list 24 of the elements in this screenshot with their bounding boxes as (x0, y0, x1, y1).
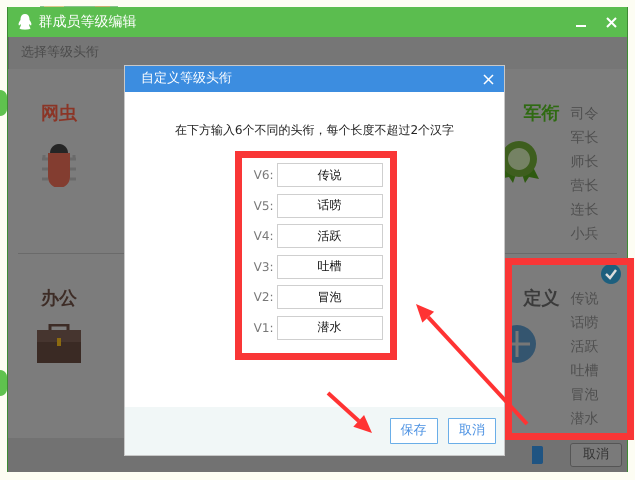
field-label: V4: (252, 228, 274, 245)
title-input[interactable]: 潜水 (276, 316, 382, 340)
title-input[interactable]: 冒泡 (276, 285, 382, 309)
field-label: V2: (252, 289, 274, 306)
instruction-text: 在下方输入6个不同的头衔，每个长度不超过2个汉字 (174, 122, 456, 139)
title-input[interactable]: 活跃 (276, 224, 382, 248)
title-input[interactable]: 话唠 (276, 194, 382, 218)
field-label: V1: (252, 320, 274, 336)
close-icon[interactable] (606, 16, 617, 28)
category-name: 办公 (41, 287, 77, 311)
dialog-title: 自定义等级头衔 (141, 70, 232, 88)
category-name: 定义 (523, 287, 560, 311)
annotation-arrow (326, 392, 372, 433)
category-name: 军衔 (523, 102, 560, 126)
field-label: V3: (252, 258, 274, 276)
category-name: 网虫 (41, 102, 77, 126)
briefcase-icon (36, 324, 82, 364)
close-icon[interactable] (483, 74, 494, 84)
title-input[interactable]: 吐槽 (276, 254, 382, 278)
window-title: 群成员等级编辑 (38, 12, 138, 32)
field-label: V6: (252, 167, 274, 184)
penguin-icon (18, 14, 32, 30)
field-label: V5: (252, 198, 274, 214)
title-input[interactable]: 传说 (276, 163, 382, 187)
